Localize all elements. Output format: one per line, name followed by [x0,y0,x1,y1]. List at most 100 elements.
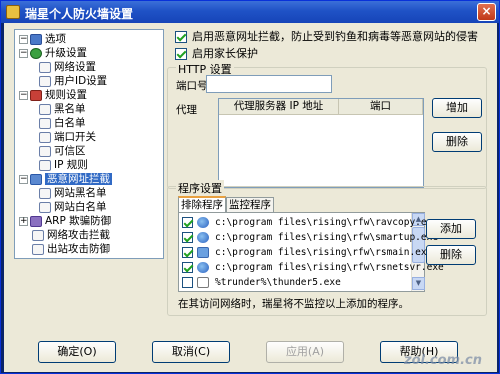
ok-button[interactable]: 确定(O) [38,341,116,363]
program-path: %trunder%\thunder5.exe [215,277,341,288]
tree-item-label: 可信区 [54,145,86,157]
malicious-url-checkbox-row[interactable]: 启用恶意网址拦截，防止受到钓鱼和病毒等恶意网站的侵害 [175,30,478,44]
program-checkbox[interactable] [182,247,193,258]
program-checkbox[interactable] [182,262,193,273]
tree-item-label: 用户ID设置 [54,75,108,87]
page-icon [32,243,44,255]
tree-item-label: 网站黑名单 [54,187,107,199]
apply-button[interactable]: 应用(A) [266,341,344,363]
program-row[interactable]: %trunder%\thunder5.exe [182,276,341,290]
collapse-toggle-icon[interactable]: − [19,90,28,100]
page-icon [39,145,51,157]
program-checkbox[interactable] [182,232,193,243]
parental-checkbox[interactable] [175,48,187,60]
close-button[interactable]: × [477,3,496,21]
program-checkbox[interactable] [182,217,193,228]
update-icon [30,47,42,59]
tree-item[interactable]: 端口开关 [39,131,96,144]
page-icon [39,131,51,143]
malicious-url-label: 启用恶意网址拦截，防止受到钓鱼和病毒等恶意网站的侵害 [192,30,478,43]
program-path: c:\program files\rising\rfw\rsnetsvr.exe [215,262,444,273]
page-icon [39,75,51,87]
tree-item-label: 白名单 [54,117,86,129]
tree-item-label: 升级设置 [45,47,87,59]
tree-item-label: 网络攻击拦截 [47,229,110,241]
title-bar[interactable]: 瑞星个人防火墙设置 × [1,1,499,23]
tree-item-label: 网络设置 [54,61,96,73]
tree-item[interactable]: 可信区 [39,145,86,158]
collapse-toggle-icon[interactable]: − [19,174,28,184]
app-icon [197,217,209,228]
tree-item[interactable]: 网络攻击拦截 [19,229,110,242]
program-row[interactable]: c:\program files\rising\rfw\rsnetsvr.exe [182,261,444,275]
tree-item-label: 选项 [45,33,66,45]
program-row[interactable]: c:\program files\rising\rfw\rsmain.exe [182,246,432,260]
tree-item[interactable]: 用户ID设置 [39,75,107,88]
tree-item[interactable]: − 选项 [19,33,66,46]
parental-checkbox-row[interactable]: 启用家长保护 [175,47,258,61]
proxy-label: 代理 [176,104,197,116]
program-path: c:\program files\rising\rfw\smartup.exe [215,232,439,243]
tree-item[interactable]: − 升级设置 [19,47,87,60]
column-port[interactable]: 端口 [339,99,423,115]
cancel-button[interactable]: 取消(C) [152,341,230,363]
scroll-down-arrow[interactable]: ▼ [412,277,425,290]
malicious-url-checkbox[interactable] [175,31,187,43]
page-icon [39,61,51,73]
page-icon [32,229,44,241]
app-icon [197,232,209,243]
page-icon [39,117,51,129]
program-checkbox[interactable] [182,277,193,288]
proxy-list-header: 代理服务器 IP 地址 端口 [219,99,423,115]
program-row[interactable]: c:\program files\rising\rfw\ravcopy.exe [182,216,438,230]
dialog-body: − 选项 − 升级设置网络设置用户ID设置 − 规则设置黑名单 白名单端口开关可信区 IP 规… [4,23,497,372]
tree-item[interactable]: 出站攻击防御 [19,243,110,256]
tree-item[interactable]: 白名单 [39,117,86,130]
program-path: c:\program files\rising\rfw\ravcopy.exe [215,217,439,228]
http-settings-group: HTTP 设置 端口号 代理 代理服务器 IP 地址 端口 增加 删除 [167,61,487,189]
tab-excluded-programs[interactable]: 排除程序 [178,196,226,212]
shield-icon [30,173,42,185]
add-proxy-button[interactable]: 增加 [432,98,482,118]
arp-icon [30,215,42,227]
tree-item[interactable]: + ARP 欺骗防御 [19,215,111,228]
tree-item[interactable]: 网站白名单 [39,201,107,214]
app-icon [197,262,209,273]
watermark: zol.com.cn [404,353,482,368]
settings-window: 瑞星个人防火墙设置 × − 选项 − 升级设置网络设置用户ID设置 − 规则设置黑名单 白名… [0,0,500,374]
expand-toggle-icon[interactable]: + [19,216,28,226]
tree-item[interactable]: − 恶意网址拦截 [19,173,112,186]
tree-item[interactable]: 网络设置 [39,61,96,74]
tree-item[interactable]: IP 规则 [39,159,88,172]
window-icon [197,247,209,258]
tree-item-label: 恶意网址拦截 [45,173,112,185]
tree-item-label: 网站白名单 [54,201,107,213]
tree-item[interactable]: 黑名单 [39,103,86,116]
delete-program-button[interactable]: 删除 [426,245,476,265]
program-path: c:\program files\rising\rfw\rsmain.exe [215,247,433,258]
page-icon [39,201,51,213]
tree-item[interactable]: − 规则设置 [19,89,87,102]
tree-item-label: 端口开关 [54,131,96,143]
program-row[interactable]: c:\program files\rising\rfw\smartup.exe [182,231,438,245]
tree-item[interactable]: 网站黑名单 [39,187,107,200]
tree-item-label: ARP 欺骗防御 [45,215,112,227]
tab-monitored-programs[interactable]: 监控程序 [226,197,274,212]
window-title: 瑞星个人防火墙设置 [25,7,134,21]
collapse-toggle-icon[interactable]: − [19,48,28,58]
proxy-list[interactable]: 代理服务器 IP 地址 端口 [218,98,424,188]
rules-icon [30,89,42,101]
tree-item-label: IP 规则 [54,159,88,171]
add-program-button[interactable]: 添加 [426,219,476,239]
settings-tree[interactable]: − 选项 − 升级设置网络设置用户ID设置 − 规则设置黑名单 白名单端口开关可信区 IP 规… [14,29,164,259]
column-proxy-ip[interactable]: 代理服务器 IP 地址 [219,99,339,115]
app-icon [6,5,20,19]
options-icon [30,33,42,45]
port-input[interactable] [206,75,332,93]
tree-item-label: 规则设置 [45,89,87,101]
program-group-title: 程序设置 [176,180,224,196]
delete-proxy-button[interactable]: 删除 [432,132,482,152]
port-label: 端口号 [176,80,208,92]
collapse-toggle-icon[interactable]: − [19,34,28,44]
program-list[interactable]: ▲ ▼ c:\program files\rising\rfw\ravcopy.… [178,212,444,292]
